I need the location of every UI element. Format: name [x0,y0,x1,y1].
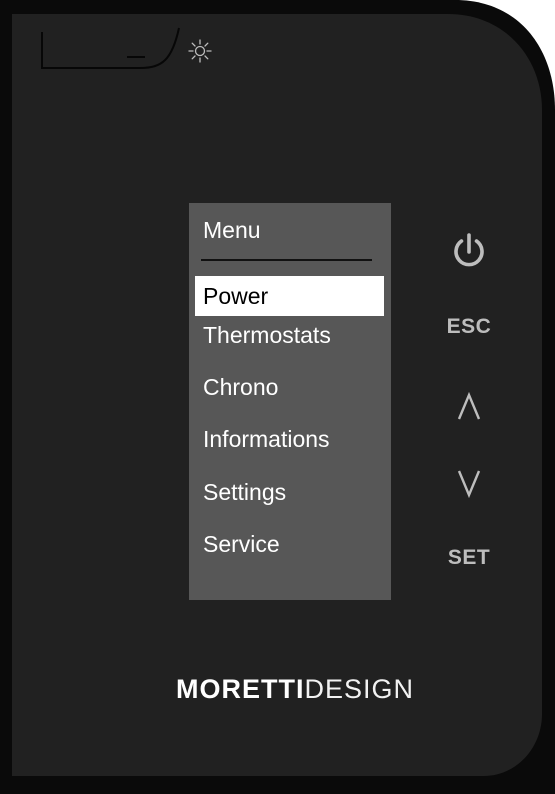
esc-button[interactable]: ESC [436,305,502,349]
brand-logo: MORETTIDESIGN [0,674,555,705]
set-label: SET [447,546,491,569]
menu-item-informations[interactable]: Informations [195,419,384,459]
menu-item-chrono[interactable]: Chrono [195,367,384,407]
control-buttons: ESC SET [436,225,502,585]
menu-item-settings[interactable]: Settings [195,472,384,512]
chevron-up-icon [457,392,481,420]
brand-name-bold: MORETTI [175,674,305,704]
up-button[interactable] [436,385,502,429]
set-button[interactable]: SET [436,536,502,580]
power-button[interactable] [436,229,502,273]
esc-label: ESC [446,315,492,338]
sun-icon [188,39,212,63]
menu-item-service[interactable]: Service [195,524,384,564]
power-icon [454,233,484,267]
display-screen: Menu Power Thermostats Chrono Informations S… [189,203,391,600]
menu-item-thermostats[interactable]: Thermostats [195,315,384,355]
menu-item-power[interactable]: Power [195,276,384,316]
chevron-down-icon [457,470,481,498]
thermostat-panel: Menu Power Thermostats Chrono Informations S… [0,0,555,794]
brand-name-light: DESIGN [304,674,415,704]
menu-list: Power Thermostats Chrono Informations Settin… [189,203,391,600]
down-button[interactable] [436,461,502,505]
